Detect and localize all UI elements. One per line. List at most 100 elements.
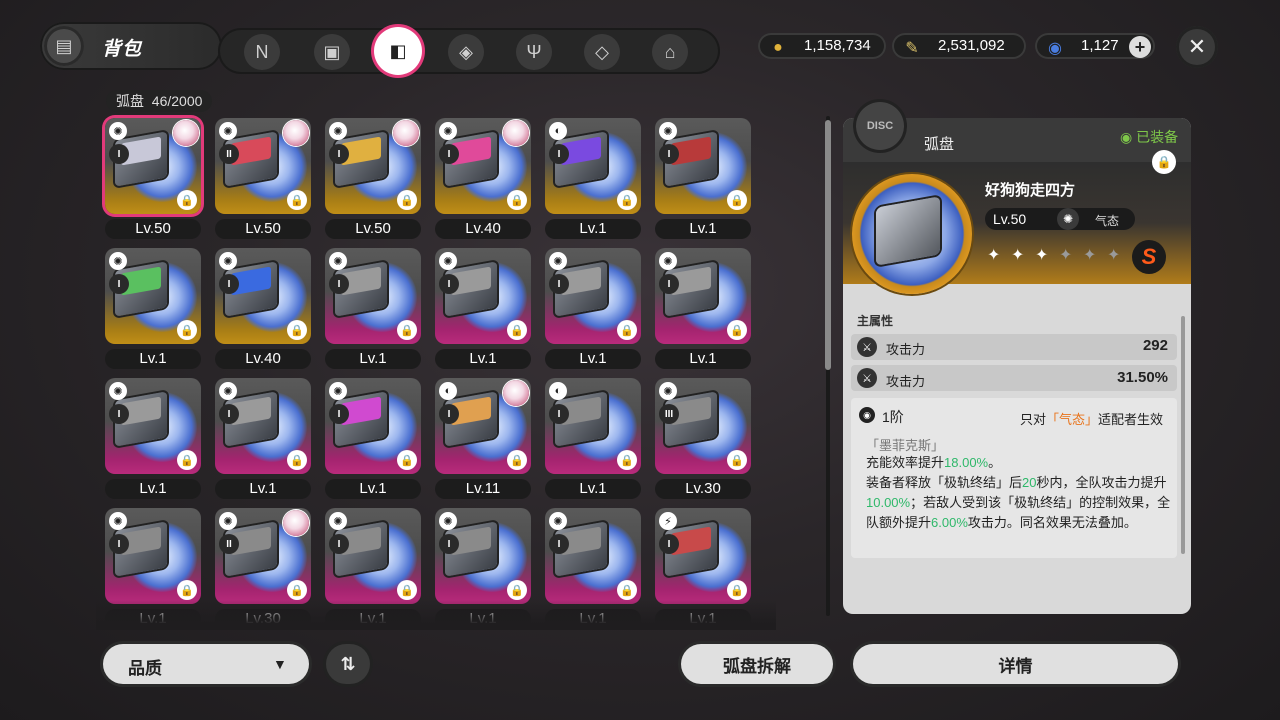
skill-desc-value: 6.00% [931,515,968,530]
attribute-icon: ✺ [329,382,347,400]
disc-case-icon[interactable]: ◧ [374,27,422,75]
skill-desc-value: 20 [1022,475,1037,490]
disc-card[interactable]: ✺ I 🔒 [545,248,641,344]
lock-icon: 🔒 [507,190,527,210]
disc-level: Lv.1 [105,479,201,499]
disc-level: Lv.1 [215,479,311,499]
disc-level: Lv.1 [325,479,421,499]
skill-tier: 1阶 [882,409,904,425]
disc-card[interactable]: ⚡ I 🔒 [655,508,751,604]
disc-rank: I [439,274,459,294]
disc-card[interactable]: ◐ I 🔒 [435,378,531,474]
box-icon[interactable]: ◈ [448,34,484,70]
disc-card[interactable]: ✺ I 🔒 [435,508,531,604]
material-icon[interactable]: ◇ [584,34,620,70]
disc-level: Lv.40 [435,219,531,239]
equipped-avatar [283,120,309,146]
disc-card[interactable]: ✺ I 🔒 [325,248,421,344]
n-logo-icon[interactable]: N [244,34,280,70]
currency-value: 1,127 [1081,37,1119,54]
lock-icon: 🔒 [177,320,197,340]
equipped-avatar [393,120,419,146]
disc-rank: I [109,404,129,424]
disc-level: Lv.50 [105,219,201,239]
stat-name: 攻击力 [886,342,926,357]
disc-card[interactable]: ✺ I 🔒 [215,248,311,344]
disc-rank: I [549,144,569,164]
dropdown-caret-icon: ▼ [273,656,287,672]
attribute-icon: ✺ [109,122,127,140]
lock-icon: 🔒 [397,190,417,210]
disc-rank: III [659,404,679,424]
attribute-icon: ⚡ [659,512,677,530]
lock-icon: 🔒 [177,450,197,470]
inventory-label: 弧盘 [116,93,144,109]
equipped-avatar [503,120,529,146]
handheld-console-icon[interactable]: ▣ [314,34,350,70]
disc-card[interactable]: ✺ II 🔒 [215,508,311,604]
lock-icon: 🔒 [617,450,637,470]
attack-icon: ⚔ [857,337,877,357]
disc-card[interactable]: ✺ I 🔒 [215,378,311,474]
disc-card[interactable]: ◐ I 🔒 [545,378,641,474]
star-icon: ✦ [1059,247,1073,264]
attribute-icon: ✺ [549,512,567,530]
skill-description: 充能效率提升18.00%。 装备者释放「极轨终结」后20秒内，全队攻击力提升 10.… [866,453,1172,533]
disc-rank: I [439,144,459,164]
disc-rank: I [109,144,129,164]
lock-icon: 🔒 [727,320,747,340]
disc-card[interactable]: ✺ I 🔒 [655,248,751,344]
disc-card[interactable]: ✺ III 🔒 [655,378,751,474]
disc-rank: II [219,144,239,164]
detail-scrollbar[interactable] [1181,316,1185,554]
disc-card[interactable]: ◐ I 🔒 [545,118,641,214]
disc-card[interactable]: ✺ II 🔒 [215,118,311,214]
disc-card[interactable]: ✺ I 🔒 [435,118,531,214]
sort-order-button[interactable]: ⇅ [326,644,370,684]
disc-card[interactable]: ✺ I 🔒 [105,378,201,474]
disc-card[interactable]: ✺ I 🔒 [545,508,641,604]
add-polychrome-button[interactable]: + [1129,36,1151,58]
disc-card[interactable]: ✺ I 🔒 [325,378,421,474]
disc-name: 好狗狗走四方 [985,182,1076,199]
lock-icon: 🔒 [287,450,307,470]
stat-name: 攻击力 [886,374,926,389]
close-button[interactable]: ✕ [1176,26,1218,68]
attribute-icon: ✺ [219,382,237,400]
disc-card[interactable]: ✺ I 🔒 [655,118,751,214]
skill-condition-attribute: 「气态」 [1046,412,1099,427]
stat-value: 31.50% [1117,369,1168,386]
disc-card[interactable]: ✺ I 🔒 [435,248,531,344]
attribute-label: 气态 [1095,214,1120,228]
disc-card[interactable]: ✺ I 🔒 [105,118,201,214]
skill-name: 「墨菲克斯」 [866,438,945,453]
lock-toggle-icon[interactable]: 🔒 [1152,150,1176,174]
attribute-icon: ✺ [659,122,677,140]
disc-level: Lv.1 [655,219,751,239]
lock-icon: 🔒 [287,320,307,340]
lock-icon: 🔒 [507,320,527,340]
skill-condition-prefix: 只对 [1020,412,1047,427]
disc-card[interactable]: ✺ I 🔒 [325,118,421,214]
details-button[interactable]: 详情 [853,644,1178,684]
disc-rank: I [439,534,459,554]
disc-rank: I [549,404,569,424]
disc-rank: I [219,274,239,294]
grid-scroll-thumb[interactable] [825,120,831,370]
attribute-icon: ✺ [109,512,127,530]
fork-knife-icon[interactable]: Ψ [516,34,552,70]
lock-icon: 🔒 [287,580,307,600]
home-icon[interactable]: ⌂ [652,34,688,70]
disc-card[interactable]: ✺ I 🔒 [325,508,421,604]
dismantle-button[interactable]: 弧盘拆解 [681,644,833,684]
attribute-icon: ✺ [109,252,127,270]
main-attribute-label: 主属性 [857,314,894,328]
disc-card[interactable]: ✺ I 🔒 [105,248,201,344]
disc-card[interactable]: ✺ I 🔒 [105,508,201,604]
disc-case-artwork [876,196,940,266]
currency-value: 2,531,092 [938,37,1005,54]
star-icon: ✦ [1083,247,1097,264]
disc-level: Lv.50 [325,219,421,239]
inventory-count: 弧盘 46/2000 [106,90,213,112]
disc-level: Lv.50 [993,211,1027,227]
